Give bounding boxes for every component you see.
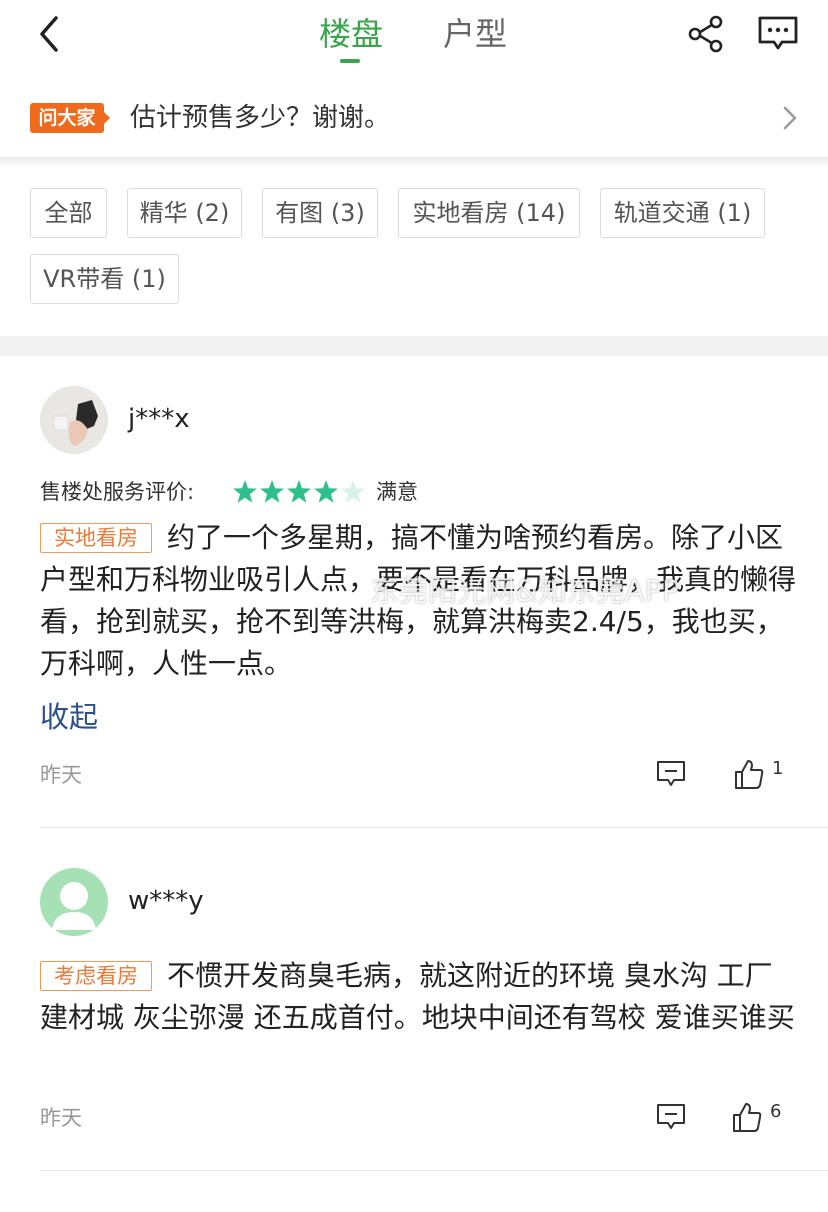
comment-icon[interactable] [656, 1103, 686, 1131]
ask-everyone-badge: 问大家 [30, 103, 104, 133]
like-count: 1 [772, 758, 784, 779]
collapse-link[interactable]: 收起 [40, 696, 98, 738]
review-time: 昨天 [40, 763, 82, 787]
star-icon [233, 480, 257, 503]
thumbs-up-icon[interactable] [731, 1101, 763, 1133]
ask-question[interactable]: 估计预售多少？谢谢。 [130, 100, 390, 136]
tab-building[interactable]: 楼盘 [319, 14, 383, 54]
avatar[interactable] [40, 386, 108, 454]
filter-chip-site-visit[interactable]: 实地看房 (14) [398, 188, 580, 238]
thumbs-up-icon[interactable] [733, 758, 765, 790]
badge-pointer [104, 112, 110, 124]
active-tab-indicator [340, 59, 360, 63]
review-text-content: 不惯开发商臭毛病，就这附近的环境 臭水沟 工厂 建材城 灰尘弥漫 还五成首付。地… [40, 959, 795, 1034]
chevron-right-icon[interactable] [778, 102, 802, 134]
star-rating [233, 480, 365, 503]
back-arrow-icon[interactable] [28, 12, 72, 56]
tab-floor-plan[interactable]: 户型 [443, 14, 507, 54]
header-shadow [0, 157, 828, 167]
filter-chip-rail-transit[interactable]: 轨道交通 (1) [600, 188, 765, 238]
star-icon [314, 480, 338, 503]
review-text: 不惯开发商臭毛病，就这附近的环境 臭水沟 工厂 建材城 灰尘弥漫 还五成首付。地… [40, 955, 800, 1039]
like-count: 6 [770, 1101, 782, 1122]
star-icon [341, 480, 365, 503]
review-time: 昨天 [40, 1106, 82, 1130]
star-icon [260, 480, 284, 503]
section-separator [0, 336, 828, 356]
filter-chip-featured[interactable]: 精华 (2) [127, 188, 242, 238]
review-divider [40, 827, 828, 828]
watermark: 东莞阳光网&知东莞APP [370, 574, 680, 608]
filter-chip-vr-tour[interactable]: VR带看 (1) [30, 254, 179, 304]
rating-word: 满意 [376, 480, 418, 504]
filter-chip-with-images[interactable]: 有图 (3) [262, 188, 378, 238]
filter-chip-all[interactable]: 全部 [30, 188, 107, 238]
avatar[interactable] [40, 868, 108, 936]
star-icon [287, 480, 311, 503]
message-icon[interactable] [756, 14, 800, 54]
avatar-photo-icon [40, 386, 108, 454]
review-username[interactable]: j***x [128, 404, 190, 434]
rating-label: 售楼处服务评价: [40, 480, 195, 504]
comment-icon[interactable] [656, 760, 686, 788]
review-divider [40, 1170, 828, 1171]
default-avatar-icon [52, 882, 96, 930]
review-username[interactable]: w***y [128, 886, 204, 916]
share-icon[interactable] [686, 14, 726, 54]
